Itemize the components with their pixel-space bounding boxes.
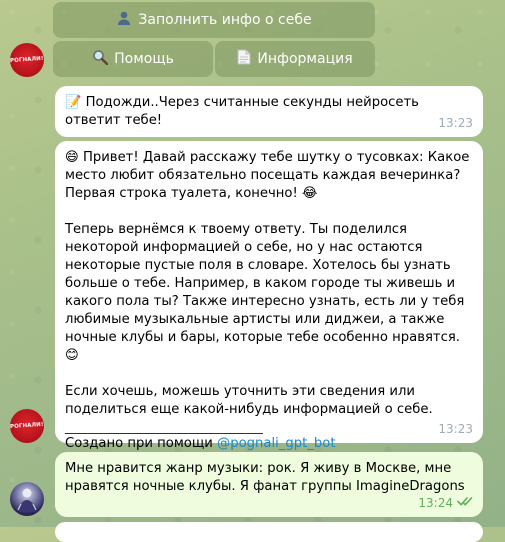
fill-info-label: Заполнить инфо о себе bbox=[138, 12, 312, 28]
message-next-partial[interactable] bbox=[55, 522, 483, 542]
message-divider: ______________________________ bbox=[65, 420, 263, 435]
read-check-icon bbox=[457, 495, 475, 513]
help-label: Помощь bbox=[114, 51, 174, 67]
message-paragraph-1: 😄 Привет! Давай расскажу тебе шутку о ту… bbox=[65, 150, 474, 201]
info-button[interactable]: Информация bbox=[215, 41, 375, 77]
bot-avatar-logo: PОГНАЛИ! bbox=[10, 421, 44, 431]
user-avatar-image bbox=[17, 488, 37, 512]
message-time: 13:24 bbox=[418, 496, 453, 510]
user-icon bbox=[116, 10, 132, 30]
message-joke[interactable]: 😄 Привет! Давай расскажу тебе шутку о ту… bbox=[55, 141, 483, 451]
bot-avatar-logo: PОГНАЛИ! bbox=[10, 55, 44, 65]
bot-username-link[interactable]: @pognali_gpt_bot bbox=[217, 436, 335, 451]
message-text: 📝 Подожди..Через считанные секунды нейро… bbox=[65, 95, 424, 128]
message-time: 13:23 bbox=[438, 422, 473, 436]
message-footer: Создано при помощи @pognali_gpt_bot bbox=[65, 435, 473, 453]
bot-avatar[interactable]: PОГНАЛИ! bbox=[10, 43, 44, 77]
message-time: 13:23 bbox=[438, 116, 473, 130]
message-waiting[interactable]: 📝 Подожди..Через считанные секунды нейро… bbox=[55, 86, 483, 137]
footer-prefix: Создано при помощи bbox=[65, 436, 218, 451]
bot-avatar[interactable]: PОГНАЛИ! bbox=[10, 409, 44, 443]
document-icon bbox=[237, 49, 251, 69]
message-paragraph-3: Если хочешь, можешь уточнить эти сведени… bbox=[65, 384, 433, 417]
help-button[interactable]: Помощь bbox=[53, 41, 213, 77]
user-avatar[interactable] bbox=[10, 482, 44, 516]
message-user[interactable]: Мне нравится жанр музыки: рок. Я живу в … bbox=[55, 452, 483, 517]
fill-info-button[interactable]: Заполнить инфо о себе bbox=[53, 2, 375, 38]
message-text: Мне нравится жанр музыки: рок. Я живу в … bbox=[65, 461, 465, 494]
message-paragraph-2: Теперь вернёмся к твоему ответу. Ты поде… bbox=[65, 222, 469, 363]
info-label: Информация bbox=[257, 51, 353, 67]
magnifier-icon bbox=[92, 49, 109, 69]
